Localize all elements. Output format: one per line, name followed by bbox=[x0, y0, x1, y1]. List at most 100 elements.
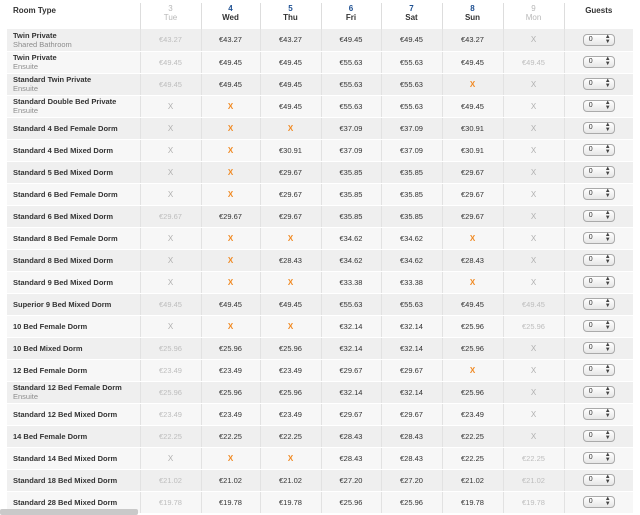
guests-select[interactable]: 0 ▲ ▼ bbox=[582, 276, 615, 288]
sold-out-icon: X bbox=[227, 145, 234, 155]
rate-price: €55.63 bbox=[400, 101, 423, 111]
room-name: Standard 8 Bed Female Dorm bbox=[13, 233, 118, 243]
guests-select[interactable]: 0 ▲ ▼ bbox=[582, 386, 615, 398]
rate-price: €29.67 bbox=[279, 189, 302, 199]
rate-cell: €29.67 bbox=[260, 183, 322, 206]
rate-price: €34.62 bbox=[400, 233, 423, 243]
rate-cell: €27.20 bbox=[381, 469, 443, 492]
rate-price: €34.62 bbox=[339, 233, 363, 243]
room-type-cell: Twin Private Shared Bathroom bbox=[7, 29, 141, 52]
unavailable-icon: X bbox=[530, 79, 537, 89]
rate-cell: €32.14 bbox=[381, 315, 443, 338]
rate-price: €25.96 bbox=[279, 387, 302, 397]
updown-arrows-icon: ▲ ▼ bbox=[604, 276, 611, 287]
updown-arrows-icon: ▲ ▼ bbox=[604, 364, 611, 375]
rate-price-unavailable: €43.27 bbox=[159, 35, 182, 45]
day-name: Mon bbox=[525, 13, 542, 22]
guests-select[interactable]: 0 ▲ ▼ bbox=[582, 232, 615, 244]
day-name: Thu bbox=[283, 13, 298, 22]
rate-cell: €34.62 bbox=[321, 249, 382, 272]
unavailable-cell: X bbox=[503, 381, 565, 404]
room-row: Standard 12 Bed Mixed Dorm €23.49 €23.49 €2… bbox=[7, 403, 633, 426]
rate-cell: €35.85 bbox=[321, 161, 382, 184]
guests-select[interactable]: 0 ▲ ▼ bbox=[582, 100, 615, 112]
rate-price-unavailable: €22.25 bbox=[522, 453, 545, 463]
room-row: Standard 14 Bed Mixed Dorm X X X €28.43 €28.4… bbox=[7, 447, 633, 470]
rate-price: €34.62 bbox=[339, 255, 363, 265]
guests-select[interactable]: 0 ▲ ▼ bbox=[582, 408, 615, 420]
rate-price: €25.96 bbox=[461, 343, 484, 353]
sold-out-cell: X bbox=[201, 117, 261, 140]
rate-cell: €21.02 bbox=[442, 469, 504, 492]
guests-select[interactable]: 0 ▲ ▼ bbox=[582, 166, 615, 178]
unavailable-cell: X bbox=[503, 139, 565, 162]
unavailable-cell: X bbox=[140, 161, 202, 184]
rate-cell: €28.43 bbox=[260, 249, 322, 272]
guests-select[interactable]: 0 ▲ ▼ bbox=[582, 254, 615, 266]
rate-cell: €34.62 bbox=[321, 227, 382, 250]
guests-select[interactable]: 0 ▲ ▼ bbox=[582, 342, 615, 354]
guests-select[interactable]: 0 ▲ ▼ bbox=[582, 210, 615, 222]
rate-price: €43.27 bbox=[219, 35, 242, 45]
rate-price: €25.96 bbox=[339, 497, 363, 507]
rate-price: €21.02 bbox=[219, 475, 242, 485]
sold-out-cell: X bbox=[201, 161, 261, 184]
rate-cell: €35.85 bbox=[321, 183, 382, 206]
unavailable-cell: X bbox=[140, 227, 202, 250]
guests-cell: 0 ▲ ▼ bbox=[564, 447, 633, 470]
rate-price: €35.85 bbox=[400, 211, 423, 221]
guests-select[interactable]: 0 ▲ ▼ bbox=[582, 430, 615, 442]
unavailable-icon: X bbox=[167, 145, 174, 155]
guests-select[interactable]: 0 ▲ ▼ bbox=[582, 496, 615, 508]
unavailable-icon: X bbox=[530, 255, 537, 265]
guests-select[interactable]: 0 ▲ ▼ bbox=[582, 298, 615, 310]
guests-select[interactable]: 0 ▲ ▼ bbox=[582, 474, 615, 486]
rate-cell: €49.45 bbox=[442, 95, 504, 118]
day-number: 8 bbox=[470, 4, 475, 13]
unavailable-icon: X bbox=[530, 189, 537, 199]
rate-cell: €29.67 bbox=[442, 205, 504, 228]
rate-cell: €21.02 bbox=[201, 469, 261, 492]
guests-select[interactable]: 0 ▲ ▼ bbox=[582, 320, 615, 332]
room-name: 10 Bed Mixed Dorm bbox=[13, 343, 83, 353]
rate-cell: €43.27 bbox=[260, 29, 322, 52]
guests-select[interactable]: 0 ▲ ▼ bbox=[582, 33, 615, 46]
unavailable-icon: X bbox=[167, 101, 174, 111]
room-name: Standard Twin Private bbox=[13, 75, 92, 84]
rate-cell: €35.85 bbox=[381, 161, 443, 184]
day-name: Fri bbox=[345, 13, 357, 22]
guests-select-value: 0 bbox=[588, 300, 593, 307]
guests-select[interactable]: 0 ▲ ▼ bbox=[582, 144, 615, 156]
rate-cell: €49.45 bbox=[260, 73, 322, 96]
rate-cell: €34.62 bbox=[381, 249, 443, 272]
day-number: 6 bbox=[348, 4, 354, 13]
unavailable-cell: X bbox=[140, 315, 202, 338]
rate-price-unavailable: €23.49 bbox=[159, 409, 182, 419]
room-name: Standard 12 Bed Mixed Dorm bbox=[13, 409, 118, 419]
horizontal-scrollbar[interactable] bbox=[0, 509, 138, 515]
updown-arrows-icon: ▲ ▼ bbox=[604, 166, 611, 177]
rate-cell: €28.43 bbox=[381, 425, 443, 448]
guests-cell: 0 ▲ ▼ bbox=[564, 183, 633, 206]
unavailable-cell: X bbox=[140, 249, 202, 272]
guests-select[interactable]: 0 ▲ ▼ bbox=[582, 188, 615, 200]
sold-out-cell: X bbox=[201, 447, 261, 470]
rate-price: €55.63 bbox=[339, 57, 363, 67]
rate-price: €49.45 bbox=[219, 79, 242, 89]
rate-price: €27.20 bbox=[400, 475, 423, 485]
guests-select[interactable]: 0 ▲ ▼ bbox=[582, 122, 615, 134]
guests-select[interactable]: 0 ▲ ▼ bbox=[582, 452, 615, 464]
room-name: Standard 9 Bed Mixed Dorm bbox=[13, 277, 114, 287]
rate-cell: €49.45 bbox=[503, 51, 565, 74]
unavailable-icon: X bbox=[530, 211, 537, 221]
room-type-cell: Standard 5 Bed Mixed Dorm bbox=[7, 161, 141, 184]
rate-cell: €49.45 bbox=[260, 293, 322, 316]
guests-select[interactable]: 0 ▲ ▼ bbox=[582, 78, 615, 90]
room-type-cell: Standard 4 Bed Mixed Dorm bbox=[7, 139, 141, 162]
guests-select[interactable]: 0 ▲ ▼ bbox=[582, 56, 615, 68]
rate-cell: €49.45 bbox=[201, 73, 261, 96]
rate-price: €30.91 bbox=[461, 123, 484, 133]
rate-price: €49.45 bbox=[219, 57, 242, 67]
rate-price: €33.38 bbox=[400, 277, 423, 287]
guests-select[interactable]: 0 ▲ ▼ bbox=[582, 364, 615, 376]
